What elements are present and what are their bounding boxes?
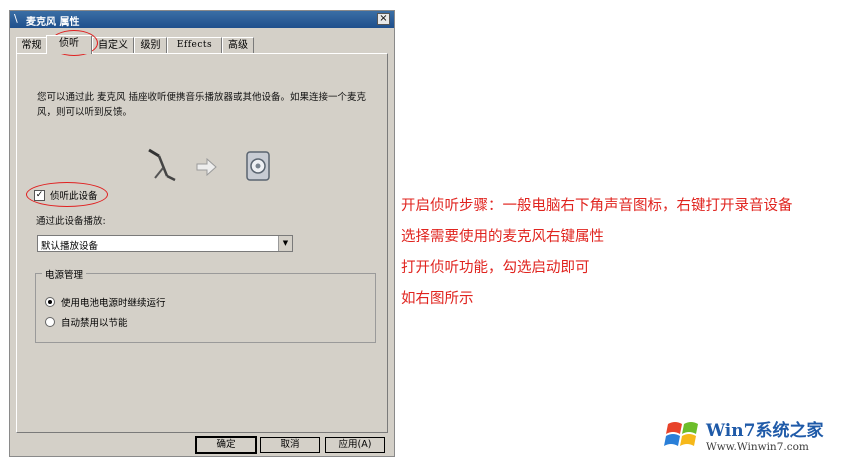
watermark-brand: Win7系统之家 bbox=[706, 421, 824, 441]
listen-flow-illustration bbox=[148, 148, 270, 182]
watermark-url: Www.Winwin7.com bbox=[706, 441, 809, 453]
title-bar[interactable]: \ 麦克风 属性 × bbox=[10, 11, 394, 28]
tab-levels[interactable]: 级别 bbox=[134, 37, 167, 53]
microphone-properties-dialog: \ 麦克风 属性 × 常规 侦听 自定义 级别 Effects 高级 您可以通过… bbox=[9, 10, 395, 457]
playback-device-value: 默认播放设备 bbox=[41, 241, 99, 252]
listen-description: 您可以通过此 麦克风 插座收听便携音乐播放器或其他设备。如果连接一个麦克风，则可… bbox=[37, 92, 367, 118]
radio-disable-label: 自动禁用以节能 bbox=[61, 318, 128, 329]
listen-checkbox-label: 侦听此设备 bbox=[50, 191, 98, 202]
power-management-legend: 电源管理 bbox=[42, 267, 87, 281]
radio-continue-label: 使用电池电源时继续运行 bbox=[61, 298, 166, 309]
tab-effects[interactable]: Effects bbox=[167, 37, 222, 53]
instruction-line: 打开侦听功能，勾选启动即可 bbox=[401, 260, 590, 276]
listen-checkbox[interactable]: ✓ bbox=[34, 189, 45, 201]
playback-through-label: 通过此设备播放: bbox=[36, 216, 106, 227]
cancel-button[interactable]: 取消 bbox=[260, 437, 320, 453]
win7-watermark: Win7系统之家 Www.Winwin7.com bbox=[662, 412, 858, 462]
power-management-group: 电源管理 使用电池电源时继续运行 自动禁用以节能 bbox=[35, 267, 376, 343]
instruction-line: 开启侦听步骤：一般电脑右下角声音图标，右键打开录音设备 bbox=[401, 198, 793, 214]
power-option-continue[interactable]: 使用电池电源时继续运行 bbox=[45, 295, 166, 309]
chevron-down-icon[interactable]: ▼ bbox=[278, 236, 292, 251]
arrow-right-icon bbox=[196, 157, 217, 177]
microphone-graphic-icon bbox=[148, 148, 176, 182]
instruction-line: 如右图所示 bbox=[401, 291, 474, 307]
window-title: 麦克风 属性 bbox=[26, 17, 80, 28]
speaker-graphic-icon bbox=[246, 151, 270, 181]
playback-device-select[interactable]: 默认播放设备 ▼ bbox=[37, 235, 293, 252]
power-option-disable[interactable]: 自动禁用以节能 bbox=[45, 315, 128, 329]
radio-continue-on-battery[interactable] bbox=[45, 297, 55, 307]
instruction-line: 选择需要使用的麦克风右键属性 bbox=[401, 229, 604, 245]
ok-button[interactable]: 确定 bbox=[195, 436, 257, 454]
tab-listen[interactable]: 侦听 bbox=[46, 35, 92, 54]
dialog-button-bar: 确定 取消 应用(A) bbox=[10, 436, 396, 455]
apply-button[interactable]: 应用(A) bbox=[325, 437, 385, 453]
listen-checkbox-row[interactable]: ✓ 侦听此设备 bbox=[34, 188, 98, 202]
listen-tab-panel: 您可以通过此 麦克风 插座收听便携音乐播放器或其他设备。如果连接一个麦克风，则可… bbox=[16, 53, 388, 433]
tab-general[interactable]: 常规 bbox=[16, 37, 47, 53]
windows-logo-icon bbox=[664, 422, 698, 446]
tab-custom[interactable]: 自定义 bbox=[92, 37, 134, 53]
close-icon[interactable]: × bbox=[377, 13, 390, 25]
microphone-icon: \ bbox=[14, 12, 18, 25]
instruction-text: 开启侦听步骤：一般电脑右下角声音图标，右键打开录音设备 选择需要使用的麦克风右键… bbox=[401, 195, 856, 319]
radio-auto-disable[interactable] bbox=[45, 317, 55, 327]
tab-advanced[interactable]: 高级 bbox=[222, 37, 254, 53]
